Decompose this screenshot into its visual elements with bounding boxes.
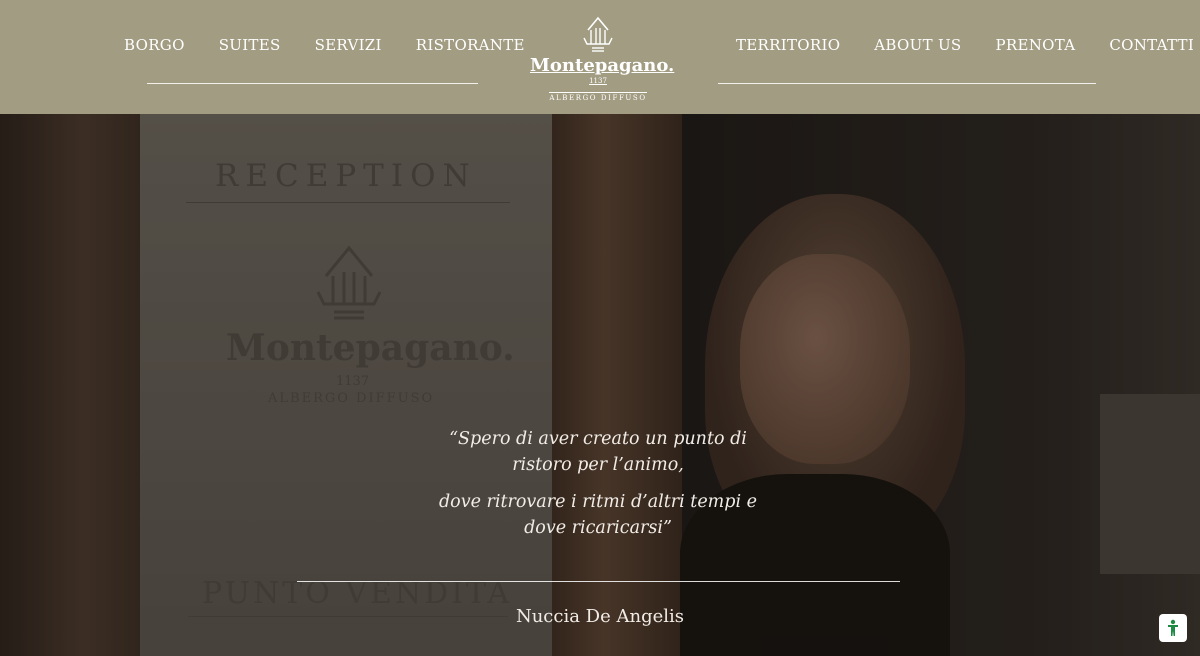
nav-link-borgo[interactable]: BORGO [124,36,185,54]
quote-author: Nuccia De Angelis [515,606,685,627]
main-nav-right: TERRITORIO ABOUT US PRENOTA CONTATTI [736,36,1194,54]
quote-line-2: dove ritrovare i ritmi d’altri tempi e d… [438,492,757,538]
nav-divider-left [147,83,478,84]
hero-section: RECEPTION Montepagano. 1137 ALBERGO DIFF… [0,114,1200,656]
testimonial-quote: “Spero di aver creato un punto di ristor… [420,426,776,552]
logo-subtitle: ALBERGO DIFFUSO [549,92,647,102]
main-nav-left: BORGO SUITES SERVIZI RISTORANTE [124,36,525,54]
nav-link-about-us[interactable]: ABOUT US [874,36,961,54]
site-logo[interactable]: Montepagano. 1137 ALBERGO DIFFUSO [530,12,675,102]
nav-link-suites[interactable]: SUITES [219,36,281,54]
nav-link-prenota[interactable]: PRENOTA [995,36,1075,54]
building-logo-icon [583,16,613,52]
logo-year: 1137 [589,77,607,85]
nav-link-territorio[interactable]: TERRITORIO [736,36,840,54]
nav-link-ristorante[interactable]: RISTORANTE [416,36,525,54]
nav-link-servizi[interactable]: SERVIZI [315,36,382,54]
accessibility-icon [1168,619,1178,636]
logo-name: Montepagano. [530,55,675,76]
nav-divider-right [718,83,1096,84]
accessibility-button[interactable] [1159,614,1187,642]
quote-line-1: “Spero di aver creato un punto di ristor… [449,429,747,475]
site-header: BORGO SUITES SERVIZI RISTORANTE Montepag… [0,0,1200,114]
hero-overlay [0,114,1200,656]
nav-link-contatti[interactable]: CONTATTI [1109,36,1194,54]
quote-divider [297,581,900,582]
